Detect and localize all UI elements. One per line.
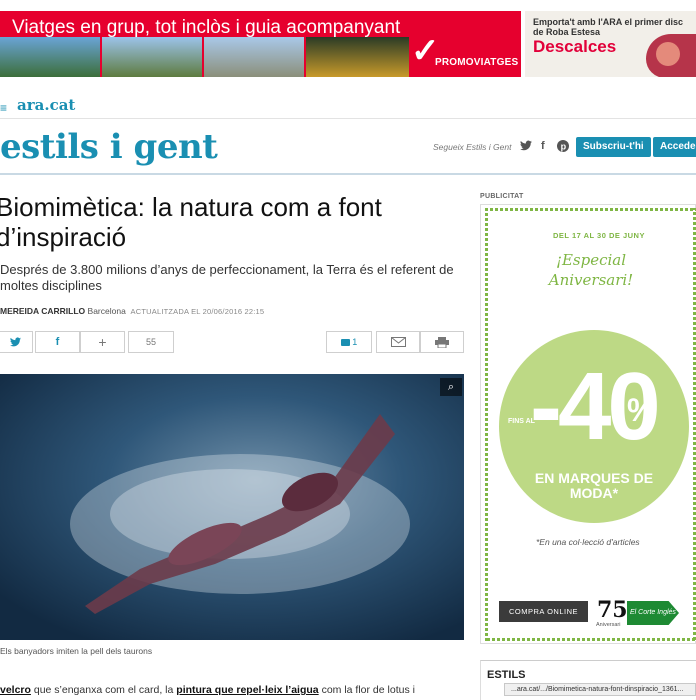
envelope-icon	[390, 337, 406, 348]
facebook-icon: f	[55, 336, 60, 348]
email-button[interactable]	[376, 331, 420, 353]
divider	[0, 118, 696, 119]
fig-slice-image	[656, 42, 680, 66]
ad-photo-chateau	[204, 37, 304, 77]
updated-timestamp: ACTUALITZADA EL 20/06/2016 22:15	[130, 307, 265, 316]
anniversary-number: 75	[597, 597, 628, 623]
printer-icon	[435, 336, 449, 349]
facebook-icon[interactable]: f	[541, 140, 545, 152]
author-link[interactable]: MEREIDA CARRILLO	[0, 306, 85, 316]
body-link-velcro[interactable]: velcro	[0, 684, 31, 696]
top-ad-banner[interactable]: Viatges en grup, tot inclòs i guia acomp…	[0, 11, 521, 77]
plus-icon: +	[98, 334, 107, 350]
ad-photo-lake	[0, 37, 100, 77]
store-logo: El Corte Inglés	[627, 601, 679, 625]
share-twitter-button[interactable]	[0, 331, 33, 353]
login-button[interactable]: Accedeix	[653, 137, 696, 157]
site-logo[interactable]: ara.cat	[17, 96, 75, 114]
buy-online-button[interactable]: COMPRA ONLINE	[499, 601, 588, 622]
ad-label: PUBLICITAT	[480, 193, 524, 200]
discount-sub: EN MARQUES DE MODA*	[534, 470, 654, 501]
status-bar-url: ...ara.cat/.../Biomimetica-natura-font-d…	[504, 683, 696, 696]
comments-count: 1	[352, 337, 358, 347]
article-headline: Biomimètica: la natura com a font d’insp…	[0, 192, 382, 252]
anniversary-label: Aniversari	[596, 622, 621, 628]
section-title[interactable]: estils i gent	[0, 127, 218, 167]
byline-city: Barcelona	[87, 306, 126, 316]
comments-button[interactable]: 1	[326, 331, 372, 353]
ad-especial: ¡Especial Aniversari!	[548, 251, 634, 289]
body-link-pintura[interactable]: pintura que repel·leix l’aigua	[176, 684, 318, 696]
share-facebook-button[interactable]: f	[35, 331, 80, 353]
subscribe-button[interactable]: Subscriu-t'hi	[576, 137, 651, 157]
side-ad-banner[interactable]: Emporta't amb l'ARA el primer disc de Ro…	[525, 11, 696, 77]
photo-caption: Els banyadors imiten la pell dels tauron…	[0, 646, 153, 656]
zoom-icon[interactable]: ⌕	[440, 378, 462, 396]
promoviatges-logo: ✓ PROMOVIATGES	[411, 32, 519, 70]
article-subhead: Després de 3.800 milions d’anys de perfe…	[0, 262, 454, 293]
ad-note: *En una col·lecció d'articles	[536, 537, 640, 547]
header-divider	[0, 173, 696, 175]
side-ad-brand: Descalces	[533, 37, 617, 56]
article-photo[interactable]	[0, 374, 464, 640]
comment-icon	[340, 339, 350, 347]
svg-text:p: p	[561, 141, 567, 151]
share-more-button[interactable]: +	[80, 331, 125, 353]
ad-dates: DEL 17 AL 30 DE JUNY	[553, 231, 645, 240]
twitter-icon[interactable]	[520, 140, 532, 154]
share-count: 55	[128, 331, 174, 353]
print-button[interactable]	[420, 331, 464, 353]
article-body: velcro que s’enganxa com el card, la pin…	[0, 684, 415, 696]
byline: MEREIDA CARRILLO Barcelona ACTUALITZADA …	[0, 306, 264, 316]
ad-photo-pagoda	[306, 37, 409, 77]
side-ad-text: Emporta't amb l'ARA el primer disc de Ro…	[533, 17, 683, 37]
estils-title[interactable]: ESTILS	[487, 669, 526, 681]
ad-photo-castle	[102, 37, 202, 77]
follow-label: Segueix Estils i Gent	[433, 142, 512, 152]
pinterest-icon[interactable]: p	[557, 140, 569, 155]
menu-icon[interactable]: ≡	[0, 101, 7, 115]
discount-percent: %	[627, 392, 656, 428]
